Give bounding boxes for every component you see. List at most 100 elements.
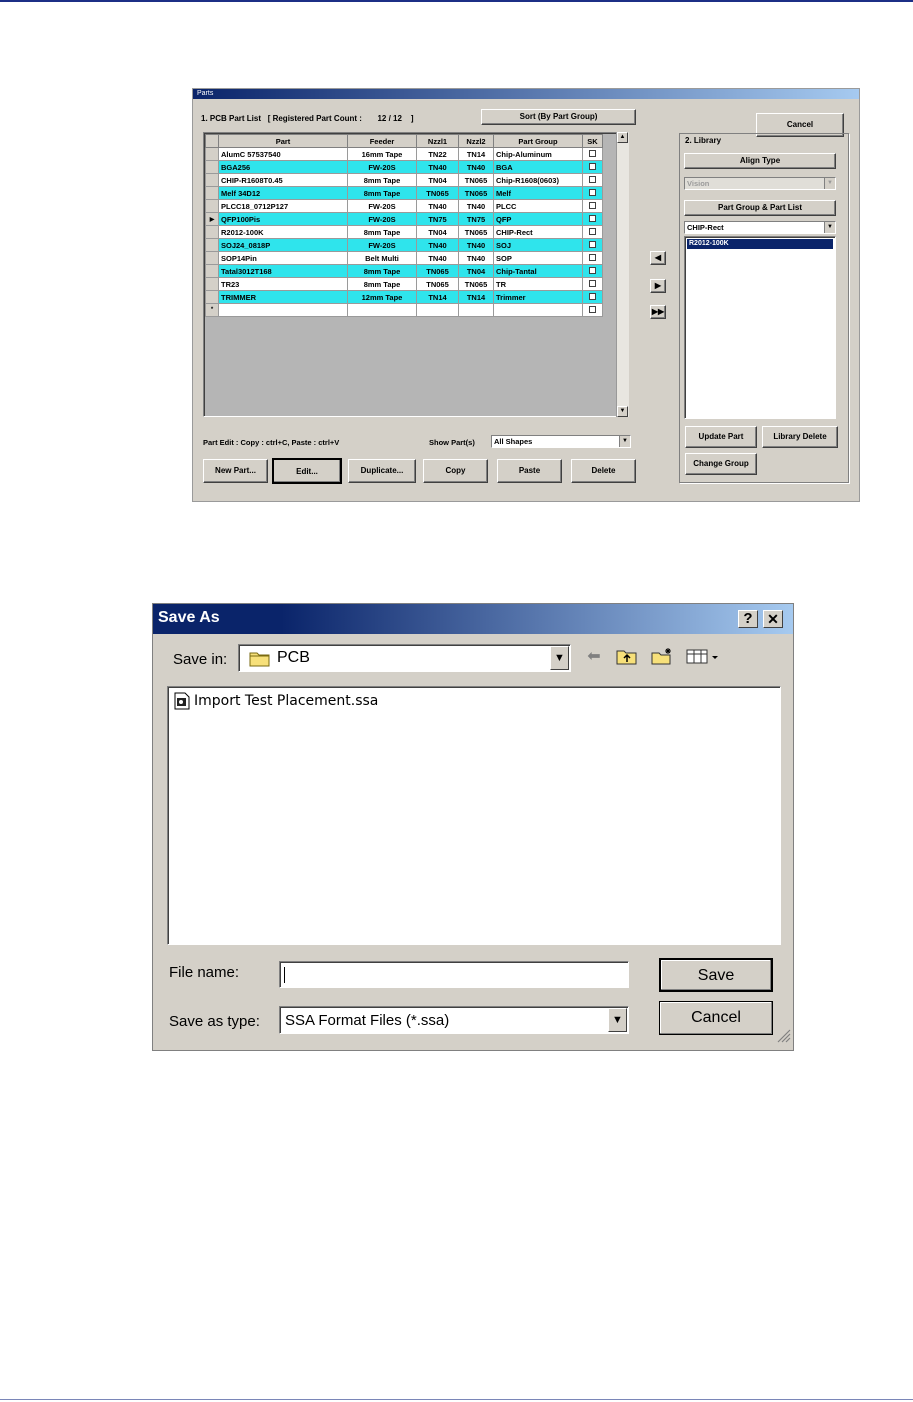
cell-nzzl1[interactable]: TN065 — [416, 186, 459, 200]
change-group-button[interactable]: Change Group — [685, 453, 757, 475]
empty-cell[interactable] — [347, 303, 417, 317]
sk-checkbox[interactable] — [589, 240, 596, 248]
chevron-down-icon[interactable]: ▼ — [824, 222, 835, 233]
file-item[interactable]: Import Test Placement.ssa — [174, 692, 378, 710]
move-right-button[interactable]: ▶ — [650, 279, 666, 293]
save-button[interactable]: Save — [659, 958, 773, 992]
cell-part[interactable]: SOJ24_0818P — [218, 238, 348, 252]
cell-part-group[interactable]: SOP — [493, 251, 583, 265]
part-list-grid[interactable]: Part Feeder Nzzl1 Nzzl2 Part Group SK Al… — [203, 132, 628, 417]
cell-nzzl2[interactable]: TN40 — [458, 160, 494, 174]
cell-part-group[interactable]: QFP — [493, 212, 583, 226]
cell-part-group[interactable]: Trimmer — [493, 290, 583, 304]
sk-checkbox[interactable] — [589, 292, 596, 300]
table-row[interactable]: BGA256 FW-20S TN40 TN40 BGA — [205, 160, 603, 174]
cell-part-group[interactable]: SOJ — [493, 238, 583, 252]
cell-nzzl2[interactable]: TN14 — [458, 290, 494, 304]
sk-checkbox[interactable] — [589, 266, 596, 274]
save-as-type-select[interactable]: SSA Format Files (*.ssa) ▼ — [279, 1006, 629, 1034]
cell-part-group[interactable]: PLCC — [493, 199, 583, 213]
cell-nzzl1[interactable]: TN75 — [416, 212, 459, 226]
sk-checkbox[interactable] — [589, 253, 596, 261]
cell-nzzl1[interactable]: TN40 — [416, 199, 459, 213]
cell-feeder[interactable]: FW-20S — [347, 199, 417, 213]
table-row[interactable]: AlumC 57537540 16mm Tape TN22 TN14 Chip-Alum… — [205, 147, 603, 161]
cell-part[interactable]: AlumC 57537540 — [218, 147, 348, 161]
empty-cell[interactable] — [218, 303, 348, 317]
cell-feeder[interactable]: 8mm Tape — [347, 264, 417, 278]
empty-cell[interactable] — [493, 303, 583, 317]
cell-part[interactable]: BGA256 — [218, 160, 348, 174]
resize-grip-icon[interactable] — [775, 1027, 791, 1048]
sk-checkbox[interactable] — [589, 201, 596, 209]
sk-checkbox[interactable] — [589, 175, 596, 183]
delete-button[interactable]: Delete — [571, 459, 636, 483]
close-button[interactable]: ✕ — [763, 610, 783, 628]
library-selected-item[interactable]: R2012-100K — [687, 239, 833, 249]
part-group-select[interactable]: CHIP-Rect ▼ — [684, 221, 836, 234]
chevron-down-icon[interactable]: ▼ — [608, 1008, 627, 1032]
part-list-scrollbar[interactable]: ▲ ▼ — [616, 132, 629, 417]
cell-feeder[interactable]: FW-20S — [347, 238, 417, 252]
new-row[interactable]: * — [205, 303, 603, 317]
cell-nzzl1[interactable]: TN04 — [416, 225, 459, 239]
sk-checkbox[interactable] — [589, 188, 596, 196]
cell-part[interactable]: TRIMMER — [218, 290, 348, 304]
cell-sk[interactable] — [582, 199, 603, 213]
cell-nzzl1[interactable]: TN40 — [416, 238, 459, 252]
cell-sk[interactable] — [582, 251, 603, 265]
cell-part-group[interactable]: CHIP-Rect — [493, 225, 583, 239]
back-arrow-icon[interactable]: ⬅ — [581, 647, 607, 669]
library-delete-button[interactable]: Library Delete — [762, 426, 838, 448]
table-row[interactable]: TRIMMER 12mm Tape TN14 TN14 Trimmer — [205, 290, 603, 304]
cell-nzzl2[interactable]: TN14 — [458, 147, 494, 161]
cell-part-group[interactable]: TR — [493, 277, 583, 291]
cell-sk[interactable] — [582, 212, 603, 226]
cell-feeder[interactable]: Belt Multi — [347, 251, 417, 265]
file-list[interactable]: Import Test Placement.ssa — [167, 686, 781, 945]
cell-part[interactable]: CHIP-R1608T0.45 — [218, 173, 348, 187]
cell-sk[interactable] — [582, 160, 603, 174]
table-row[interactable]: SOJ24_0818P FW-20S TN40 TN40 SOJ — [205, 238, 603, 252]
sk-checkbox[interactable] — [589, 149, 596, 157]
paste-button[interactable]: Paste — [497, 459, 562, 483]
table-row[interactable]: CHIP-R1608T0.45 8mm Tape TN04 TN065 Chip-R16… — [205, 173, 603, 187]
cell-nzzl2[interactable]: TN065 — [458, 173, 494, 187]
cell-part[interactable]: TR23 — [218, 277, 348, 291]
cell-nzzl2[interactable]: TN40 — [458, 238, 494, 252]
cell-nzzl2[interactable]: TN04 — [458, 264, 494, 278]
cell-sk[interactable] — [582, 225, 603, 239]
cell-sk[interactable] — [582, 277, 603, 291]
cell-feeder[interactable]: 8mm Tape — [347, 186, 417, 200]
cell-sk[interactable] — [582, 173, 603, 187]
sort-button[interactable]: Sort (By Part Group) — [481, 109, 636, 125]
cell-feeder[interactable]: 8mm Tape — [347, 225, 417, 239]
cell-sk[interactable] — [582, 186, 603, 200]
table-row[interactable]: PLCC18_0712P127 FW-20S TN40 TN40 PLCC — [205, 199, 603, 213]
cell-sk[interactable] — [582, 303, 603, 317]
cell-feeder[interactable]: FW-20S — [347, 160, 417, 174]
col-part[interactable]: Part — [218, 134, 348, 148]
table-row[interactable]: SOP14Pin Belt Multi TN40 TN40 SOP — [205, 251, 603, 265]
cell-feeder[interactable]: 8mm Tape — [347, 173, 417, 187]
cell-sk[interactable] — [582, 290, 603, 304]
cell-part[interactable]: QFP100Pis — [218, 212, 348, 226]
cell-nzzl1[interactable]: TN14 — [416, 290, 459, 304]
show-parts-select[interactable]: All Shapes ▼ — [491, 435, 631, 448]
cell-sk[interactable] — [582, 238, 603, 252]
cell-part-group[interactable]: Melf — [493, 186, 583, 200]
save-in-select[interactable]: PCB ▼ — [238, 644, 571, 672]
update-part-button[interactable]: Update Part — [685, 426, 757, 448]
col-nzzl1[interactable]: Nzzl1 — [416, 134, 459, 148]
col-feeder[interactable]: Feeder — [347, 134, 417, 148]
cell-part-group[interactable]: Chip-R1608(0603) — [493, 173, 583, 187]
chevron-down-icon[interactable]: ▼ — [619, 436, 630, 447]
sk-checkbox[interactable] — [589, 162, 596, 170]
cell-nzzl2[interactable]: TN40 — [458, 199, 494, 213]
cell-feeder[interactable]: 12mm Tape — [347, 290, 417, 304]
help-button[interactable]: ? — [738, 610, 758, 628]
cell-feeder[interactable]: 8mm Tape — [347, 277, 417, 291]
cell-nzzl2[interactable]: TN065 — [458, 277, 494, 291]
cell-part[interactable]: R2012-100K — [218, 225, 348, 239]
table-row[interactable]: R2012-100K 8mm Tape TN04 TN065 CHIP-Rect — [205, 225, 603, 239]
